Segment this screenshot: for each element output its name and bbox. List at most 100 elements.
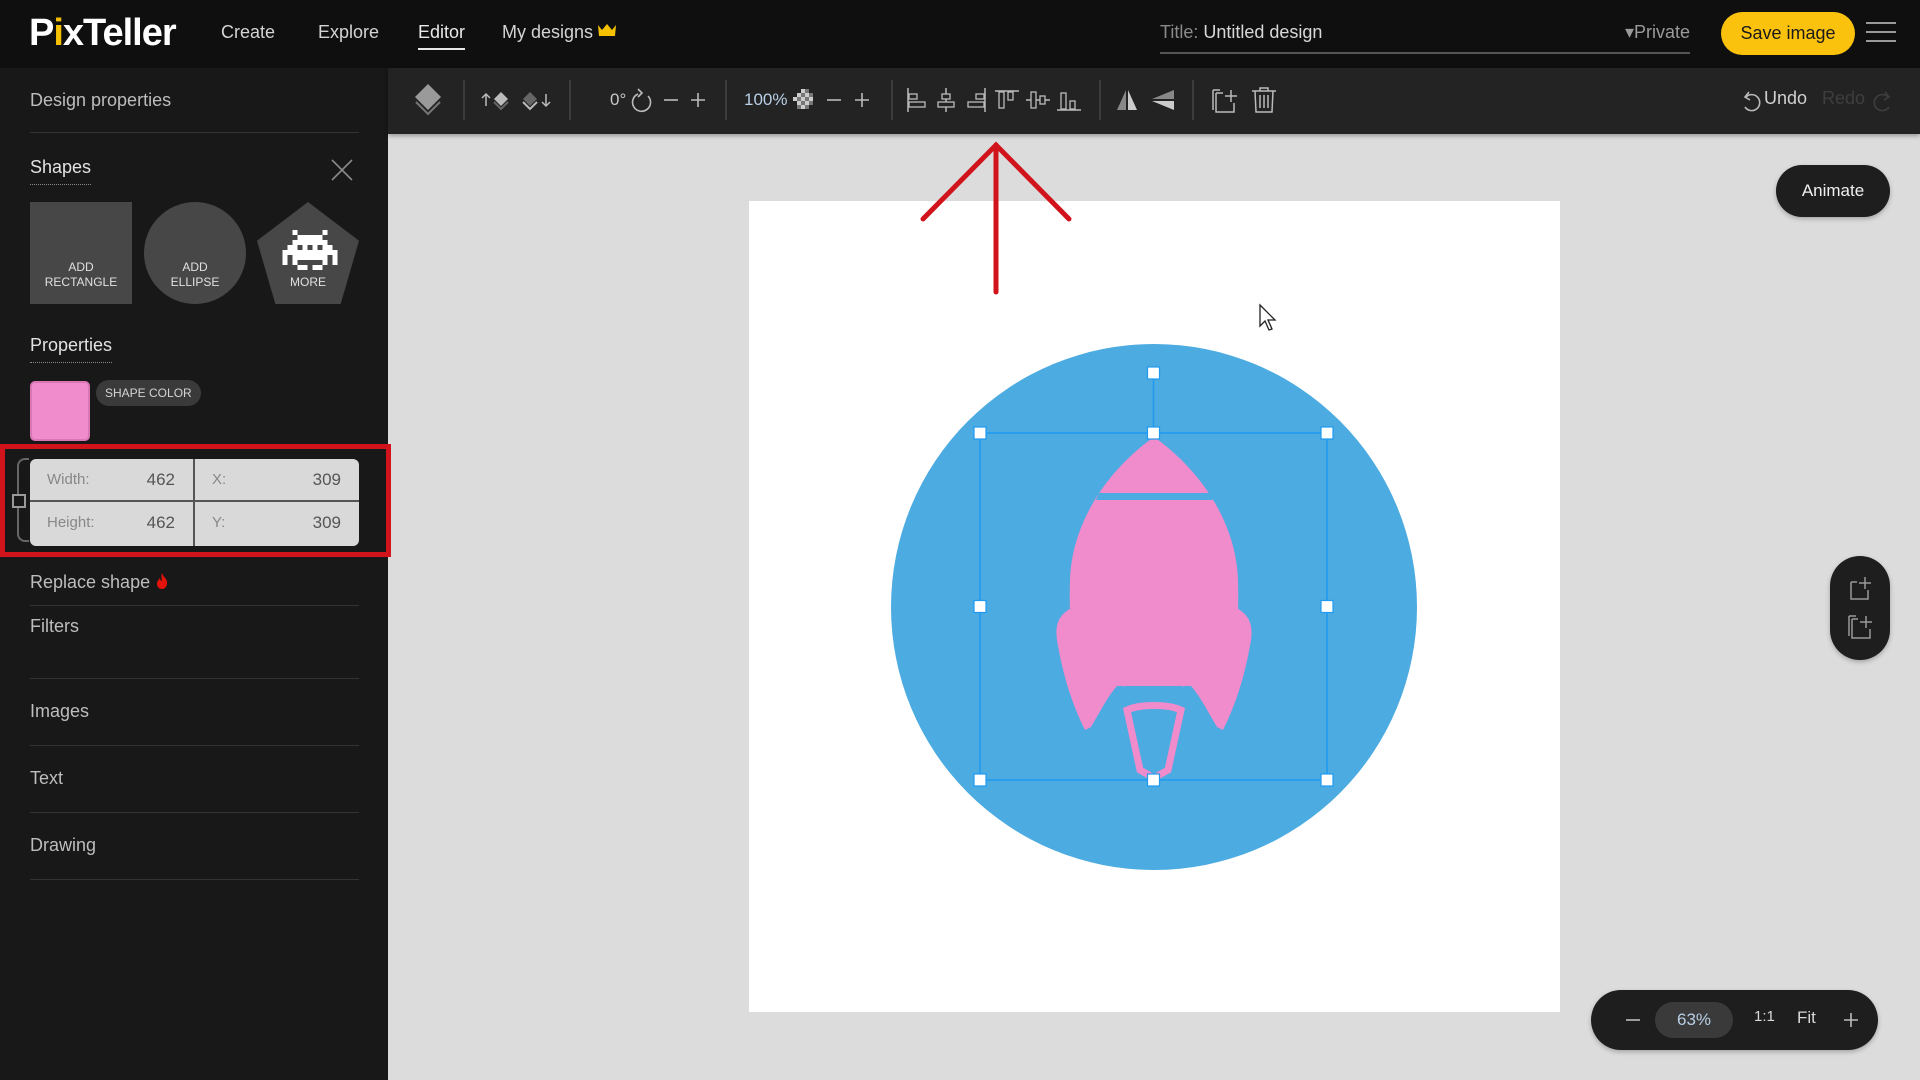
- add-ellipse-button[interactable]: ADD ELLIPSE: [144, 202, 246, 304]
- fire-icon: [157, 573, 168, 589]
- logo-dot: i: [53, 12, 64, 54]
- y-field[interactable]: Y: 309: [195, 502, 359, 546]
- rotate-increase-icon[interactable]: [689, 86, 707, 114]
- design-page[interactable]: [749, 201, 1560, 1012]
- title-label: Title:: [1160, 22, 1199, 42]
- nav-my-designs-label: My designs: [502, 22, 594, 42]
- divider: [30, 879, 359, 880]
- close-icon[interactable]: [330, 158, 354, 182]
- logo-part: xTeller: [62, 12, 177, 54]
- space-invader-icon: [282, 230, 338, 270]
- toolbar-separator: [569, 80, 571, 120]
- toolbar-separator: [1099, 80, 1101, 120]
- undo-button[interactable]: Undo: [1764, 88, 1807, 109]
- title-input[interactable]: Title: Untitled design ▾Private: [1160, 22, 1690, 54]
- add-ellipse-label: ADD: [182, 260, 208, 274]
- privacy-dropdown[interactable]: ▾Private: [1625, 22, 1690, 43]
- layers-icon[interactable]: [413, 82, 443, 116]
- send-backward-icon[interactable]: [520, 86, 552, 114]
- y-label: Y:: [212, 514, 226, 531]
- flip-horizontal-icon[interactable]: [1115, 86, 1139, 114]
- y-value[interactable]: 309: [313, 513, 341, 533]
- rotate-decrease-icon[interactable]: [662, 86, 680, 114]
- redo-icon[interactable]: [1872, 88, 1894, 114]
- replace-shape-label: Replace shape: [30, 572, 151, 592]
- zoom-control: 63% 1:1 Fit: [1591, 990, 1878, 1050]
- x-label: X:: [212, 471, 227, 488]
- title-value: Untitled design: [1203, 22, 1323, 42]
- opacity-checker-icon[interactable]: [793, 86, 817, 114]
- sidebar: Design properties Shapes ADD RECTANGLE A…: [0, 68, 391, 1080]
- dimension-fields: Width: 462 X: 309 Height: 462 Y: 309: [30, 459, 359, 546]
- width-label: Width:: [47, 471, 90, 488]
- opacity-decrease-icon[interactable]: [825, 86, 843, 114]
- page-actions-panel: [1830, 556, 1890, 660]
- save-image-button[interactable]: Save image: [1721, 12, 1855, 55]
- height-label: Height:: [47, 514, 95, 531]
- divider: [30, 812, 359, 813]
- align-right-icon[interactable]: [965, 86, 987, 114]
- height-field[interactable]: Height: 462: [30, 502, 195, 546]
- zoom-level[interactable]: 63%: [1655, 1002, 1733, 1038]
- duplicate-icon[interactable]: [1210, 86, 1240, 114]
- align-center-horizontal-icon[interactable]: [935, 86, 957, 114]
- flip-vertical-icon[interactable]: [1150, 86, 1176, 114]
- zoom-out-icon[interactable]: [1625, 1012, 1641, 1028]
- nav-editor[interactable]: Editor: [418, 22, 466, 50]
- redo-button[interactable]: Redo: [1822, 88, 1865, 109]
- toolbar-separator: [463, 80, 465, 120]
- width-field[interactable]: Width: 462: [30, 459, 195, 502]
- images-section[interactable]: Images: [30, 701, 89, 722]
- align-top-icon[interactable]: [994, 86, 1020, 114]
- undo-icon[interactable]: [1740, 88, 1762, 114]
- replace-shape-link[interactable]: Replace shape: [30, 572, 170, 593]
- width-value[interactable]: 462: [147, 470, 175, 490]
- zoom-in-icon[interactable]: [1843, 1012, 1859, 1028]
- text-section[interactable]: Text: [30, 768, 63, 789]
- toolbar-separator: [1192, 80, 1194, 120]
- properties-heading: Properties: [30, 335, 113, 363]
- nav-create[interactable]: Create: [221, 22, 275, 43]
- add-rectangle-label: RECTANGLE: [44, 275, 118, 289]
- shape-color-label[interactable]: SHAPE COLOR: [96, 380, 201, 406]
- bring-forward-icon[interactable]: [481, 86, 511, 114]
- align-bottom-icon[interactable]: [1056, 86, 1082, 114]
- top-nav: PixTeller Create Explore Editor My desig…: [0, 0, 1920, 68]
- opacity-increase-icon[interactable]: [853, 86, 871, 114]
- divider: [30, 132, 359, 133]
- x-field[interactable]: X: 309: [195, 459, 359, 502]
- divider: [30, 678, 359, 679]
- zoom-one-to-one-button[interactable]: 1:1: [1754, 1008, 1775, 1025]
- more-shapes-label: MORE: [290, 275, 326, 289]
- nav-explore[interactable]: Explore: [318, 22, 379, 43]
- add-page-icon[interactable]: [1847, 574, 1875, 602]
- divider: [30, 605, 359, 606]
- shape-color-swatch[interactable]: [30, 381, 90, 441]
- divider: [30, 745, 359, 746]
- x-value[interactable]: 309: [313, 470, 341, 490]
- opacity-value: 100%: [744, 90, 788, 109]
- toolbar-separator: [891, 80, 893, 120]
- nav-my-designs[interactable]: My designs: [502, 22, 617, 43]
- editor-toolbar: 0° 100% Undo Redo: [388, 68, 1920, 134]
- add-rectangle-button[interactable]: ADD RECTANGLE: [30, 202, 132, 304]
- delete-trash-icon[interactable]: [1250, 86, 1278, 114]
- design-properties-link[interactable]: Design properties: [30, 90, 171, 111]
- zoom-fit-button[interactable]: Fit: [1797, 1008, 1816, 1028]
- shapes-heading: Shapes: [30, 157, 92, 185]
- pixteller-logo[interactable]: PixTeller: [29, 12, 177, 55]
- animate-button[interactable]: Animate: [1776, 165, 1890, 217]
- logo-part: P: [29, 12, 54, 54]
- hamburger-menu-icon[interactable]: [1866, 22, 1896, 44]
- align-left-icon[interactable]: [906, 86, 928, 114]
- rotation-value: 0°: [610, 90, 627, 109]
- height-value[interactable]: 462: [147, 513, 175, 533]
- add-ellipse-label: ELLIPSE: [170, 275, 220, 289]
- drawing-section[interactable]: Drawing: [30, 835, 96, 856]
- add-rectangle-label: ADD: [68, 260, 94, 274]
- rotate-icon[interactable]: [630, 86, 654, 114]
- duplicate-page-icon[interactable]: [1847, 612, 1875, 640]
- align-middle-icon[interactable]: [1025, 86, 1051, 114]
- lock-aspect-toggle[interactable]: [12, 494, 26, 508]
- filters-link[interactable]: Filters: [30, 616, 79, 637]
